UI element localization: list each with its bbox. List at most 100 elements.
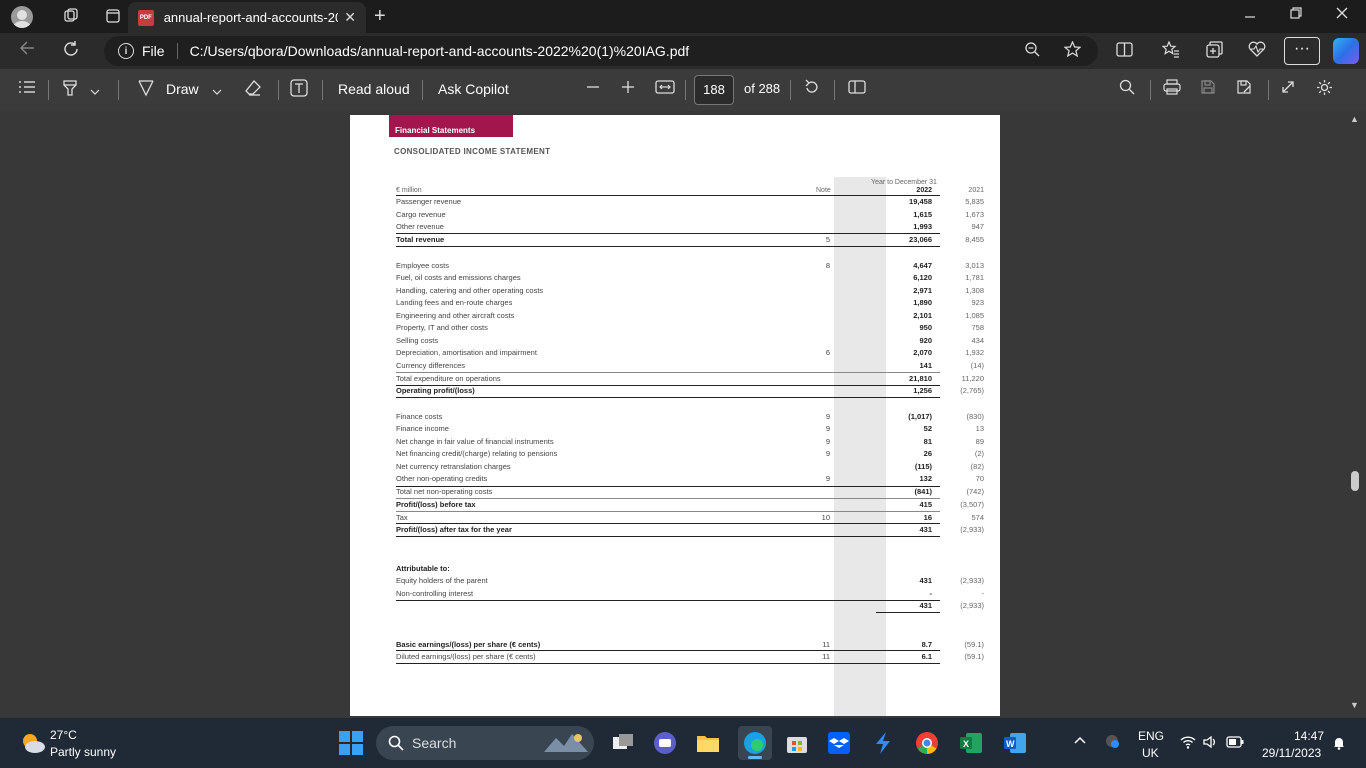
tab-actions-icon[interactable] [102,5,124,27]
draw-icon[interactable] [138,79,154,102]
weather-icon[interactable] [20,730,46,756]
excel-icon[interactable]: X [958,730,984,756]
row-label: Property, IT and other costs [396,323,488,332]
back-icon[interactable] [18,39,36,62]
defender-icon[interactable] [1104,733,1120,752]
fit-width-icon[interactable] [655,79,675,100]
table-row: Total expenditure on operations 21,810 11,… [396,374,984,386]
value-2022: 2,971 [913,286,932,295]
ask-copilot-button[interactable]: Ask Copilot [438,81,509,97]
value-2021: 8,455 [965,235,984,244]
clock-date[interactable]: 29/11/2023 [1262,746,1321,760]
file-explorer-icon[interactable] [695,730,721,756]
edge-icon[interactable] [738,726,772,760]
windows-start-icon[interactable] [338,730,364,756]
scrollbar[interactable] [1348,111,1366,718]
profile-avatar[interactable] [11,5,33,28]
table-row: Depreciation, amortisation and impairmen… [396,348,984,360]
workspaces-icon[interactable] [60,5,82,27]
highlight-icon[interactable] [62,79,78,102]
clock-time[interactable]: 14:47 [1294,729,1324,743]
zoom-icon[interactable] [1024,41,1040,62]
zoom-out-icon[interactable] [586,79,600,100]
row-label: Attributable to: [396,564,450,573]
page-view-icon[interactable] [848,79,866,100]
value-2021: (830) [966,412,984,421]
chevron-down-icon[interactable] [212,83,222,101]
full-screen-icon[interactable] [1280,79,1296,100]
restore-icon[interactable] [1290,6,1302,24]
unit-header: € million [396,187,422,194]
chrome-icon[interactable] [914,730,940,756]
pdf-settings-icon[interactable] [1316,79,1333,101]
value-2021: 89 [975,437,984,446]
dropbox-icon[interactable] [826,730,852,756]
task-view-icon[interactable] [610,730,636,756]
volume-icon[interactable] [1202,735,1218,752]
table-row: Basic earnings/(loss) per share (€ cents… [396,640,984,652]
zoom-in-icon[interactable] [621,79,635,100]
table-row: Fuel, oil costs and emissions charges 6,1… [396,273,984,285]
save-icon[interactable] [1200,79,1216,100]
chevron-down-icon[interactable] [90,83,100,101]
find-icon[interactable] [1119,79,1135,100]
favorite-star-icon[interactable] [1063,40,1082,63]
region-indicator[interactable]: UK [1142,746,1159,760]
wifi-icon[interactable] [1180,735,1196,752]
show-hidden-icons-icon[interactable] [1074,734,1086,748]
read-aloud-button[interactable]: Read aloud [338,81,410,97]
table-row: Equity holders of the parent 431 (2,933) [396,576,984,588]
scroll-down-icon[interactable]: ▼ [1350,700,1359,710]
temperature[interactable]: 27°C [50,728,77,742]
taskbar-search[interactable]: Search [376,726,594,760]
teams-chat-icon[interactable] [652,730,678,756]
row-label: Operating profit/(loss) [396,386,475,395]
rotate-icon[interactable] [804,79,820,100]
language-indicator[interactable]: ENG [1138,729,1164,743]
collections-icon[interactable] [1206,41,1223,63]
table-row: Currency differences 141 (14) [396,361,984,373]
close-window-icon[interactable] [1336,6,1348,24]
row-note: 5 [825,235,830,244]
value-2022: 81 [923,437,932,446]
divider [422,80,423,100]
save-as-icon[interactable] [1236,79,1252,100]
split-screen-icon[interactable] [1116,41,1133,63]
refresh-icon[interactable] [62,40,80,63]
value-2021: 574 [971,513,984,522]
contents-icon[interactable] [18,79,36,100]
info-icon[interactable]: i [118,43,134,59]
value-2021: (3,507) [960,500,984,509]
microsoft-store-icon[interactable] [784,730,810,756]
url-bar[interactable]: i File C:/Users/qbora/Downloads/annual-r… [104,36,1098,66]
print-icon[interactable] [1163,79,1181,100]
favorites-icon[interactable] [1161,40,1180,63]
minimize-icon[interactable] [1244,6,1256,24]
draw-button[interactable]: Draw [166,81,199,97]
scroll-up-icon[interactable]: ▲ [1350,114,1359,124]
url-text[interactable]: C:/Users/qbora/Downloads/annual-report-a… [190,43,690,59]
value-2022: 415 [919,500,932,509]
scroll-thumb[interactable] [1351,471,1359,491]
divider [790,80,791,100]
new-tab-button[interactable]: + [374,5,386,28]
word-icon[interactable]: W [1002,730,1028,756]
tab-pdf[interactable]: PDF annual-report-and-accounts-202 ✕ [128,2,366,33]
power-automate-icon[interactable] [870,730,896,756]
battery-icon[interactable] [1226,736,1244,751]
table-row: Selling costs 920 434 [396,336,984,348]
copilot-icon[interactable] [1333,38,1359,64]
value-2022: (115) [914,462,932,471]
notifications-icon[interactable] [1332,736,1346,753]
weather-condition[interactable]: Partly sunny [50,745,116,759]
eraser-icon[interactable] [244,79,262,102]
taskbar: 27°C Partly sunny Search X W ENG UK 14:4… [0,718,1366,768]
row-note: 10 [821,513,830,522]
table-row: Operating profit/(loss) 1,256 (2,765) [396,386,984,398]
close-tab-icon[interactable]: ✕ [344,9,356,26]
settings-more-button[interactable]: ··· [1284,37,1320,65]
page-number-input[interactable]: 188 [694,75,734,105]
text-box-icon[interactable] [290,79,308,102]
row-label: Total net non-operating costs [396,487,493,496]
browser-essentials-icon[interactable] [1248,41,1266,62]
